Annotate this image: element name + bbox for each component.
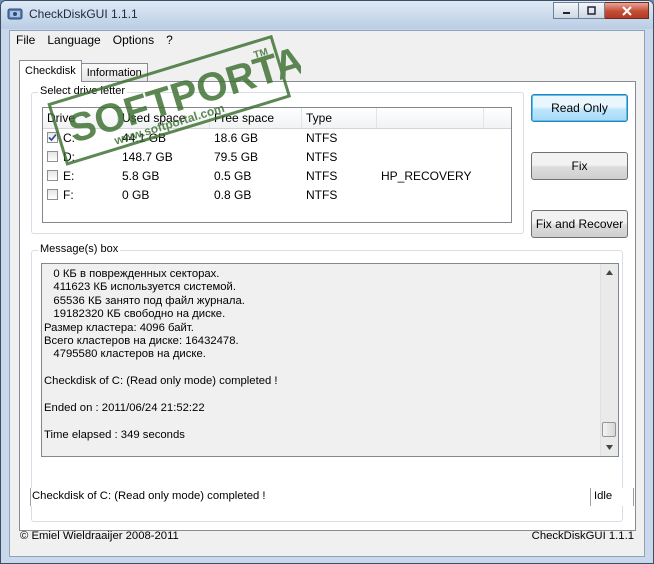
close-button[interactable] [605,2,649,19]
minimize-icon [562,12,570,14]
column-drive[interactable]: Drive [43,108,118,128]
drive-used: 44.1 GB [122,131,167,145]
app-icon [7,8,23,20]
drive-free: 79.5 GB [214,150,259,164]
message-line: Ended on : 2011/06/24 21:52:22 [44,402,205,415]
drive-free: 0.5 GB [214,169,252,183]
maximize-button[interactable] [579,2,605,19]
drive-used: 148.7 GB [122,150,173,164]
tab-checkdisk[interactable]: Checkdisk [19,60,82,82]
fix-and-recover-button[interactable]: Fix and Recover [531,210,628,238]
title-bar[interactable]: CheckDiskGUI 1.1.1 [1,1,653,29]
check-icon [48,133,57,142]
status-bar: Checkdisk of C: (Read only mode) complet… [30,488,634,506]
version-text: CheckDiskGUI 1.1.1 [531,530,634,542]
column-type[interactable]: Type [302,108,377,128]
drive-checkbox[interactable] [47,189,58,200]
message-line: Time elapsed : 349 seconds [44,428,185,441]
drive-free: 0.8 GB [214,188,252,202]
app-window: CheckDiskGUI 1.1.1 File Language Options… [0,0,654,564]
maximize-icon [587,6,596,15]
column-free-space[interactable]: Free space [210,108,302,128]
fix-button[interactable]: Fix [531,152,628,180]
drive-group-label: Select drive letter [38,85,127,97]
drive-list[interactable]: Drive Used space Free space Type C: 44.1… [42,107,512,223]
client-area: File Language Options ? Checkdisk Inform… [9,30,645,557]
close-icon [621,5,632,16]
drive-checkbox[interactable] [47,151,58,162]
read-only-button[interactable]: Read Only [531,94,628,122]
drive-type: NTFS [306,150,338,164]
drive-row[interactable]: E: 5.8 GB 0.5 GB NTFS HP_RECOVERY [43,167,511,186]
tab-information[interactable]: Information [80,63,148,82]
column-filler [484,108,511,128]
status-message: Checkdisk of C: (Read only mode) complet… [30,488,591,506]
menu-file[interactable]: File [10,31,41,49]
copyright-text: © Emiel Wieldraaijer 2008-2011 [20,530,179,542]
scroll-down-icon [606,445,613,450]
drive-free: 18.6 GB [214,131,259,145]
column-used-space[interactable]: Used space [118,108,210,128]
message-group-label: Message(s) box [38,243,121,255]
menu-help[interactable]: ? [160,31,179,49]
drive-type: NTFS [306,169,338,183]
menu-bar: File Language Options ? [10,31,644,49]
minimize-button[interactable] [553,2,579,19]
message-line: Всего кластеров на диске: 16432478. [44,335,239,348]
drive-checkbox[interactable] [47,132,58,143]
drive-letter: E: [63,169,75,183]
drive-type: NTFS [306,131,338,145]
caption-buttons [553,2,649,20]
drive-letter: D: [63,150,75,164]
menu-options[interactable]: Options [107,31,160,49]
drive-list-header: Drive Used space Free space Type [43,108,511,129]
scroll-down-button[interactable] [601,439,618,456]
message-line: Размер кластера: 4096 байт. [44,321,194,334]
drive-row[interactable]: C: 44.1 GB 18.6 GB NTFS [43,129,511,148]
drive-type: NTFS [306,188,338,202]
tab-strip: Checkdisk Information [19,60,148,82]
scroll-up-button[interactable] [601,264,618,281]
message-line: Checkdisk of C: (Read only mode) complet… [44,375,278,388]
message-line: 19182320 КБ свободно на диске. [44,308,226,321]
message-box[interactable]: 0 КБ в поврежденных секторах. 411623 КБ … [41,263,619,457]
message-text: 0 КБ в поврежденных секторах. 411623 КБ … [44,268,604,442]
drive-group: Select drive letter Drive Used space Fre… [31,85,524,234]
drive-used: 5.8 GB [122,169,160,183]
scroll-thumb[interactable] [602,422,616,437]
drive-row[interactable]: D: 148.7 GB 79.5 GB NTFS [43,148,511,167]
drive-volume-label: HP_RECOVERY [381,169,472,183]
scroll-up-icon [606,270,613,275]
message-scrollbar[interactable] [600,264,618,456]
checkdisk-panel: Select drive letter Drive Used space Fre… [19,81,636,531]
message-line: 65536 КБ занято под файл журнала. [44,294,245,307]
drive-letter: C: [63,131,75,145]
status-state: Idle [591,488,634,506]
message-line: 0 КБ в поврежденных секторах. [44,268,220,280]
drive-row[interactable]: F: 0 GB 0.8 GB NTFS [43,186,511,205]
drive-used: 0 GB [122,188,150,202]
message-line: 4795580 кластеров на диске. [44,348,206,361]
column-label[interactable] [377,108,484,128]
message-line: 411623 КБ используется системой. [44,281,237,294]
message-group: Message(s) box 0 КБ в поврежденных секто… [31,243,623,522]
window-title: CheckDiskGUI 1.1.1 [29,7,138,21]
menu-language[interactable]: Language [41,31,106,49]
drive-checkbox[interactable] [47,170,58,181]
drive-letter: F: [63,188,74,202]
